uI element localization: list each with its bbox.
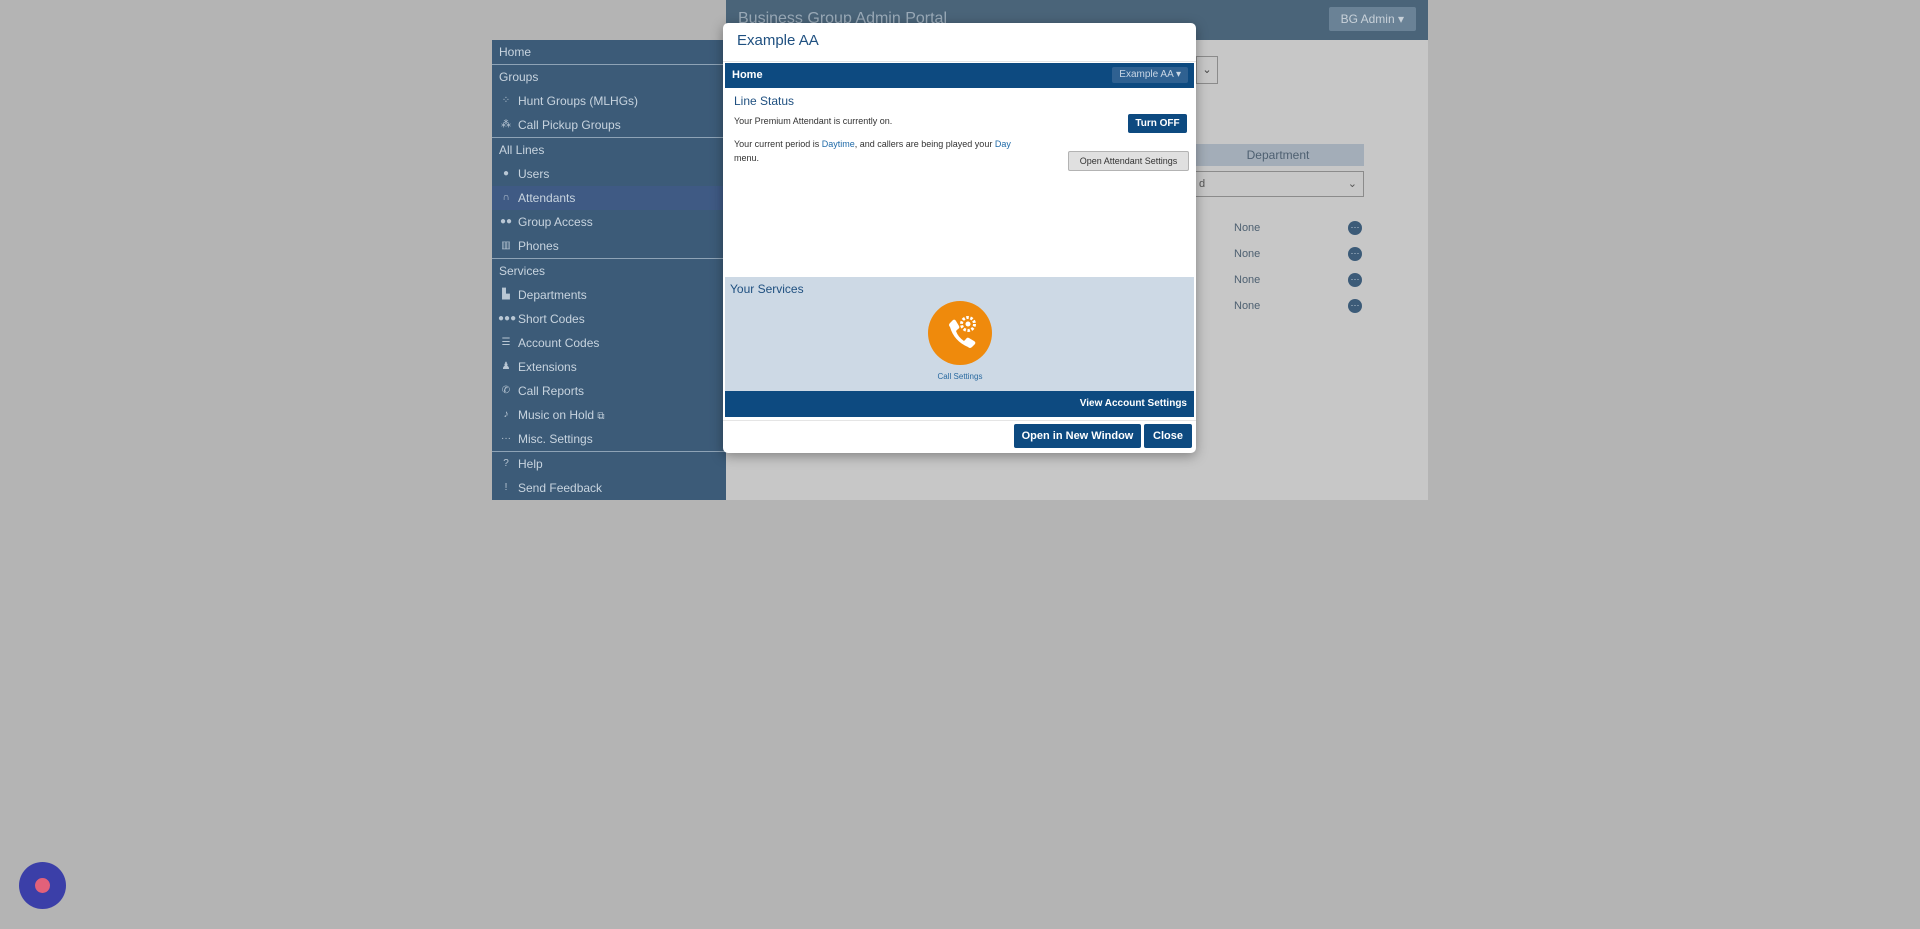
line-status-title: Line Status — [734, 94, 795, 108]
sidebar-item-attendants[interactable]: ∩ Attendants — [492, 186, 726, 210]
sidebar-item-call-pickup-groups[interactable]: ⁂ Call Pickup Groups — [492, 113, 726, 137]
period-prefix: Your current period is — [734, 139, 822, 149]
sidebar-item-misc-settings[interactable]: ··· Misc. Settings — [492, 427, 726, 451]
headset-icon: ∩ — [502, 192, 510, 203]
turn-off-button[interactable]: Turn OFF — [1128, 114, 1187, 133]
sidebar-item-phones[interactable]: ▥ Phones — [492, 234, 726, 258]
table-cell-department: None — [1234, 222, 1261, 234]
phone-report-icon: ✆ — [501, 385, 511, 396]
sidebar-item-call-reports[interactable]: ✆ Call Reports — [492, 379, 726, 403]
sidebar-item-users[interactable]: ● Users — [492, 162, 726, 186]
list-icon: ☰ — [501, 337, 511, 348]
sidebar: Home Groups ⁘ Hunt Groups (MLHGs) ⁂ Call… — [492, 40, 726, 500]
chat-launcher-button[interactable] — [19, 862, 66, 909]
user-menu-button[interactable]: BG Admin ▾ — [1328, 7, 1416, 31]
ellipsis-icon: ··· — [501, 433, 511, 444]
account-settings-bar: View Account Settings — [725, 391, 1194, 417]
sidebar-item-departments[interactable]: ▙ Departments — [492, 283, 726, 307]
sidebar-item-label: Phones — [518, 239, 559, 253]
sidebar-item-label: Call Reports — [518, 384, 585, 398]
attendant-modal: Example AA Home Example AA ▾ Line Status… — [723, 23, 1196, 453]
department-column-header: Department — [1192, 144, 1364, 166]
sidebar-item-send-feedback[interactable]: ! Send Feedback — [492, 476, 726, 500]
home-link[interactable]: Home — [732, 69, 763, 81]
chat-launcher-icon — [35, 878, 50, 893]
sidebar-item-group-access[interactable]: ●● Group Access — [492, 210, 726, 234]
dots-icon: ●●● — [498, 313, 517, 324]
sidebar-item-label: Users — [518, 167, 550, 181]
close-button[interactable]: Close — [1144, 424, 1192, 448]
sidebar-item-label: Call Pickup Groups — [518, 118, 621, 132]
group-users-icon: ●● — [499, 216, 513, 227]
modal-title: Example AA — [737, 32, 819, 49]
sidebar-item-label: Help — [518, 457, 543, 471]
menu-name: Day — [994, 139, 1011, 149]
period-description: Your current period is Daytime, and call… — [734, 137, 1024, 165]
open-in-new-window-button[interactable]: Open in New Window — [1014, 424, 1141, 448]
view-account-settings-link[interactable]: View Account Settings — [1080, 398, 1187, 409]
open-attendant-settings-button[interactable]: Open Attendant Settings — [1068, 151, 1189, 171]
external-link-icon: ⧉ — [597, 411, 605, 422]
divider — [723, 61, 1196, 62]
more-options-icon[interactable]: ··· — [1348, 299, 1362, 313]
table-cell-department: None — [1234, 300, 1261, 312]
exclamation-icon: ! — [504, 482, 508, 493]
pickup-group-icon: ⁂ — [501, 119, 511, 130]
sidebar-item-label: Departments — [518, 288, 587, 302]
call-settings-icon[interactable] — [928, 301, 992, 365]
sidebar-item-label: Attendants — [518, 191, 576, 205]
sidebar-header-all-lines[interactable]: All Lines — [492, 137, 726, 162]
table-cell-department: None — [1234, 248, 1261, 260]
more-options-icon[interactable]: ··· — [1348, 247, 1362, 261]
call-settings-label[interactable]: Call Settings — [903, 372, 1017, 381]
sidebar-item-music-on-hold[interactable]: ♪ Music on Hold ⧉ — [492, 403, 726, 427]
building-icon: ▙ — [502, 289, 510, 300]
chevron-down-icon: ⌄ — [1347, 178, 1357, 190]
sidebar-item-extensions[interactable]: ♟ Extensions — [492, 355, 726, 379]
question-icon: ? — [503, 458, 509, 469]
sidebar-item-label: Music on Hold — [518, 408, 595, 422]
period-mid: , and callers are being played your — [854, 139, 995, 149]
phones-icon: ▥ — [501, 240, 511, 251]
sidebar-header-groups: Groups — [492, 64, 726, 89]
more-options-icon[interactable]: ··· — [1348, 221, 1362, 235]
sidebar-item-label: Group Access — [518, 215, 593, 229]
divider — [723, 420, 1196, 421]
sidebar-item-label: Send Feedback — [518, 481, 603, 495]
table-cell-department: None — [1234, 274, 1261, 286]
sidebar-item-label: Account Codes — [518, 336, 600, 350]
hunt-group-icon: ⁘ — [501, 95, 511, 106]
sidebar-item-label: Extensions — [518, 360, 577, 374]
background-dropdown[interactable]: ⌄ — [1196, 56, 1218, 84]
sidebar-item-help[interactable]: ? Help — [492, 451, 726, 476]
music-note-icon: ♪ — [503, 409, 509, 420]
attendant-home-bar: Home Example AA ▾ — [725, 63, 1194, 88]
services-title: Your Services — [730, 282, 804, 296]
sidebar-item-hunt-groups[interactable]: ⁘ Hunt Groups (MLHGs) — [492, 89, 726, 113]
attendant-select-dropdown[interactable]: Example AA ▾ — [1112, 67, 1188, 83]
sidebar-item-label: Short Codes — [518, 312, 585, 326]
sidebar-item-label: Misc. Settings — [518, 432, 593, 446]
sidebar-item-label: Hunt Groups (MLHGs) — [518, 94, 639, 108]
user-icon: ● — [502, 168, 510, 179]
department-filter-value: d — [1199, 178, 1206, 190]
more-options-icon[interactable]: ··· — [1348, 273, 1362, 287]
sidebar-item-short-codes[interactable]: ●●● Short Codes — [492, 307, 726, 331]
extension-user-icon: ♟ — [501, 361, 511, 372]
sidebar-item-home[interactable]: Home — [492, 40, 726, 64]
your-services-panel: Your Services Call Settings — [725, 277, 1194, 391]
attendant-frame: Home Example AA ▾ Line Status Your Premi… — [725, 63, 1194, 417]
sidebar-header-services: Services — [492, 258, 726, 283]
department-filter-select[interactable]: d ⌄ — [1192, 171, 1364, 197]
sidebar-item-account-codes[interactable]: ☰ Account Codes — [492, 331, 726, 355]
period-suffix: menu. — [734, 153, 760, 163]
status-text: Your Premium Attendant is currently on. — [734, 116, 893, 126]
period-name: Daytime — [821, 139, 855, 149]
